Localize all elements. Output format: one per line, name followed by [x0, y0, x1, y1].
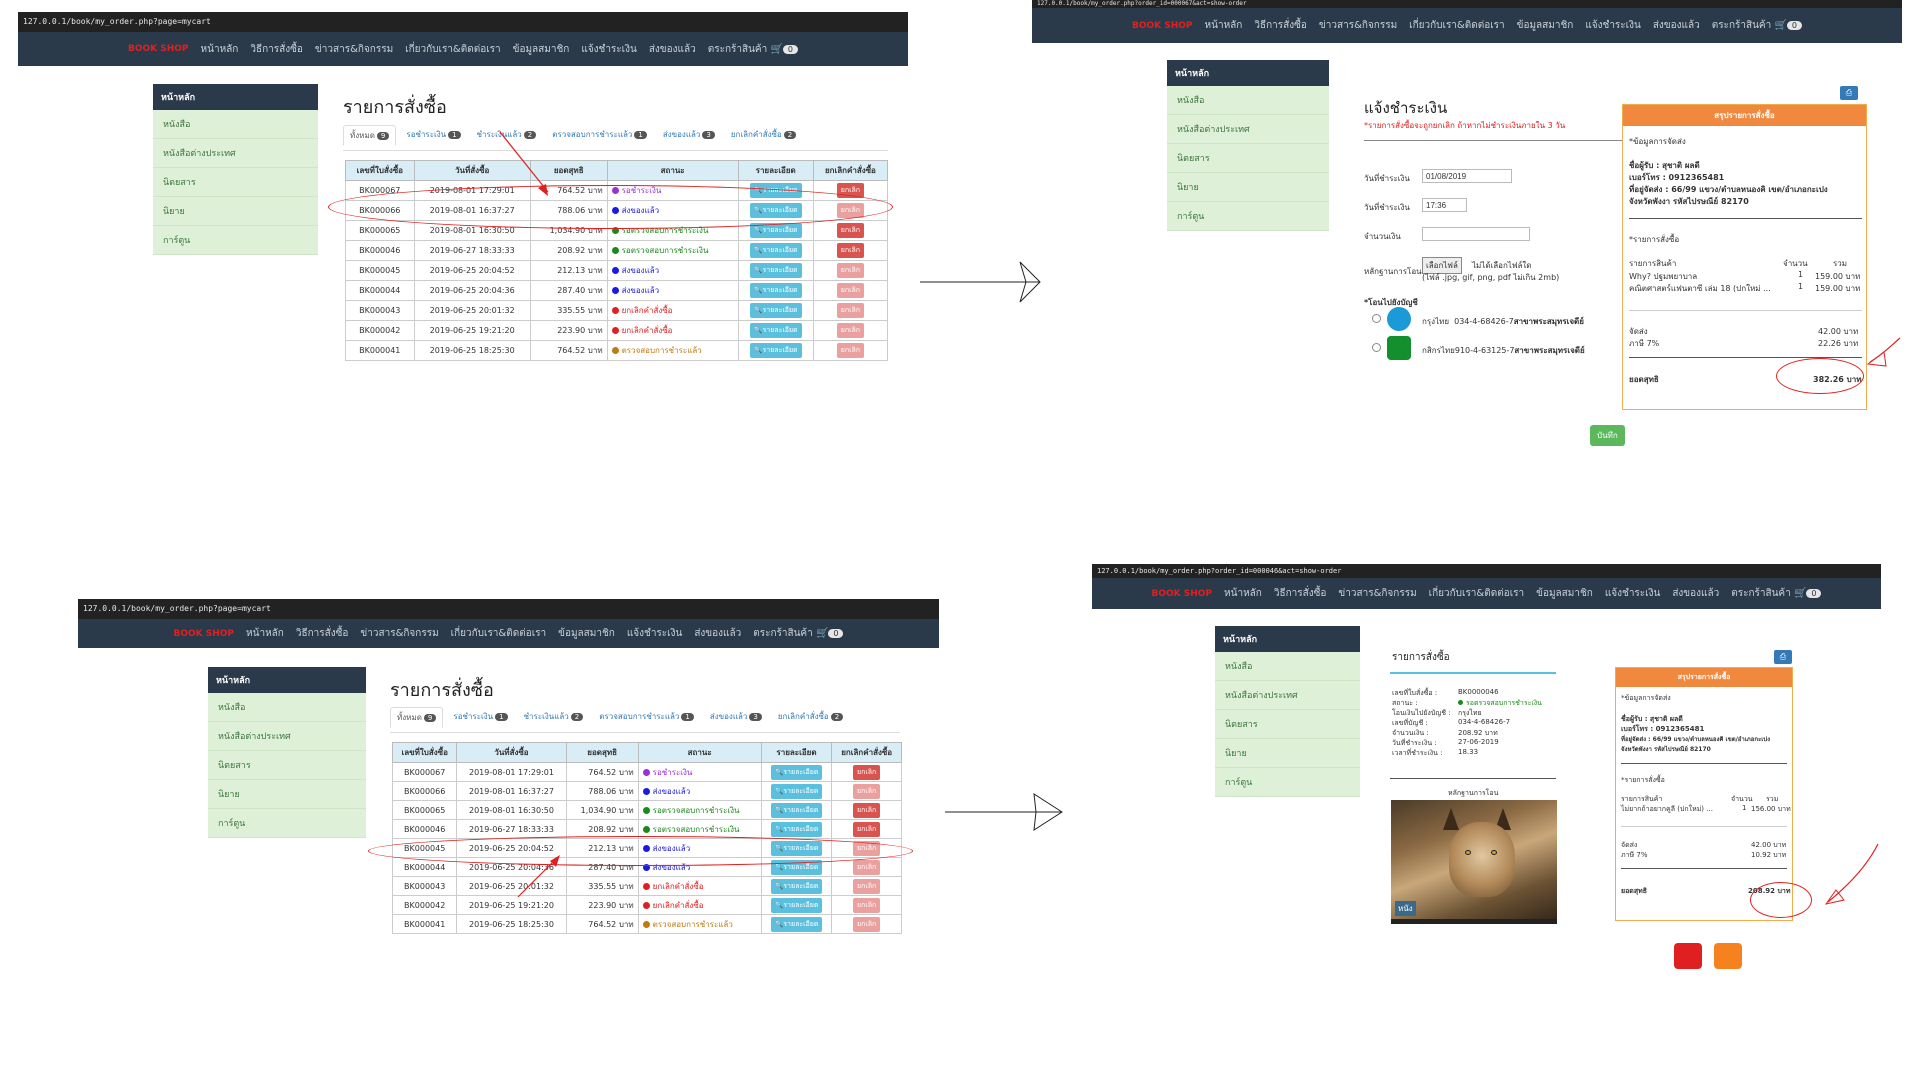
thaipost-logo-icon[interactable] — [1674, 943, 1702, 969]
kerry-logo-icon[interactable] — [1714, 943, 1742, 969]
annotation-arrow — [1824, 843, 1879, 905]
panel-order-detail: 127.0.0.1/book/my_order.php?order_id=000… — [1092, 564, 1881, 994]
